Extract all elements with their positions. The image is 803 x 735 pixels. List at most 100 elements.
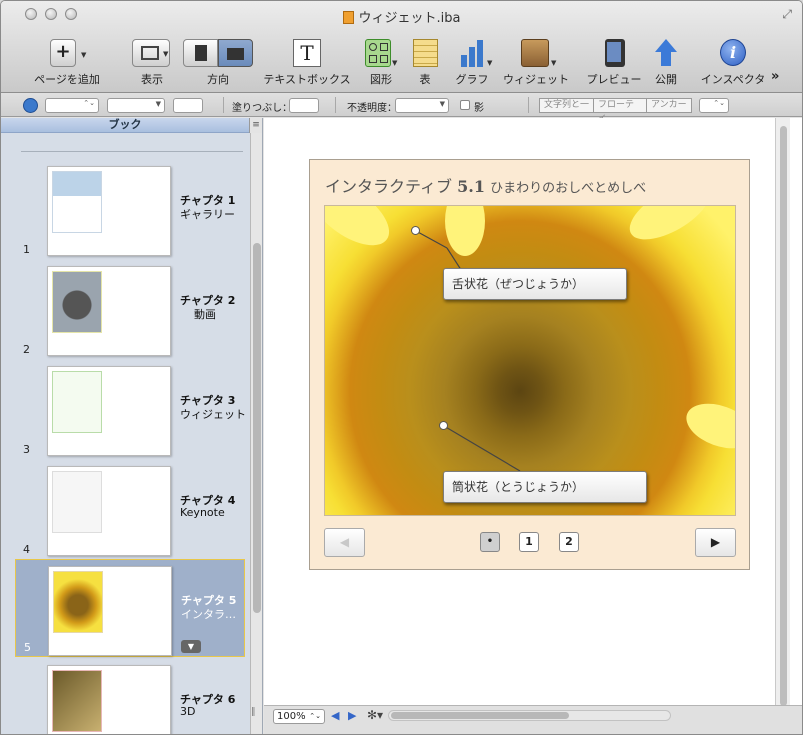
chapter-subtitle: 動画 — [194, 308, 216, 321]
interactive-image-widget[interactable]: インタラクティブ 5.1 ひまわりのおしべとめしべ 舌状花（ぜつじょうか） 筒状… — [309, 159, 750, 570]
window-title: ウィジェット.iba — [1, 7, 802, 26]
callout-lines — [415, 230, 521, 472]
horizontal-scrollbar[interactable] — [388, 710, 671, 721]
caret-down-icon: ▼ — [81, 51, 87, 59]
widget-title: インタラクティブ 5.1 ひまわりのおしべとめしべ — [325, 173, 646, 197]
style-dropdown[interactable]: ⌃⌄ — [45, 98, 99, 113]
portrait-icon[interactable] — [183, 39, 218, 67]
separator — [335, 97, 336, 113]
plus-icon: + — [50, 39, 76, 67]
shapes-label: 図形 — [370, 73, 392, 86]
chapter-item[interactable]: 1 チャプタ 1 ギャラリー — [15, 160, 245, 258]
bottom-bar: 100% ⌃⌄ ◀ ▶ ✻▾ — [264, 705, 802, 734]
page-2-button[interactable]: 2 — [559, 532, 579, 552]
previous-page-icon[interactable]: ◀ — [331, 709, 339, 722]
format-bar: ⌃⌄ ▼ 塗りつぶし： 不透明度： ▼ 影 文字列と一 フローティ アンカー ⌃… — [1, 93, 802, 123]
orientation-label: 方向 — [207, 73, 229, 86]
publish-label: 公開 — [655, 73, 677, 86]
arrange-dropdown[interactable]: ⌃⌄ — [699, 98, 729, 113]
window-title-text: ウィジェット.iba — [358, 11, 461, 26]
view-label: 表示 — [141, 73, 163, 86]
chapter-number: 3 — [23, 443, 30, 456]
widget-title-subtitle: ひまわりのおしべとめしべ — [490, 181, 647, 196]
chapter-thumbnail — [48, 566, 172, 656]
page-overview-button[interactable]: • — [480, 532, 500, 552]
chapter-subtitle: Keynote — [180, 506, 225, 519]
floating-segment[interactable]: フローティ — [593, 98, 647, 123]
chapter-subtitle: ウィジェット — [180, 408, 246, 421]
chapter-number: 4 — [23, 543, 30, 556]
toolbar-overflow-icon[interactable]: » — [771, 69, 779, 84]
caret-down-icon: ▼ — [487, 59, 493, 67]
fill-label: 塗りつぶし： — [232, 103, 293, 114]
next-button[interactable]: ▶ — [695, 528, 736, 557]
chapter-item[interactable]: 3 チャプタ 3 ウィジェット — [15, 360, 246, 458]
fill-color-well[interactable] — [289, 98, 319, 113]
next-page-icon[interactable]: ▶ — [348, 709, 356, 722]
sidebar-header: ブック — [1, 118, 249, 133]
chapter-subtitle: 3D — [180, 705, 196, 718]
callout-pin[interactable] — [439, 421, 448, 430]
chapter-subtitle: ギャラリー — [180, 208, 235, 221]
prev-button[interactable]: ◀ — [324, 528, 365, 557]
chapter-subtitle: インタラ… — [181, 608, 236, 621]
chapter-thumbnail — [47, 665, 171, 734]
callout-disc-floret[interactable]: 筒状花（とうじょうか） — [443, 471, 647, 503]
bar-chart-icon — [459, 39, 485, 67]
stepper-icon: ⌃⌄ — [309, 712, 321, 720]
opacity-label: 不透明度： — [347, 103, 397, 114]
document-icon — [342, 11, 354, 24]
zoom-value: 100% — [277, 711, 306, 722]
shadow-label: 影 — [474, 103, 484, 114]
chapter-number: 2 — [23, 343, 30, 356]
callout-pin[interactable] — [411, 226, 420, 235]
divider — [21, 151, 243, 152]
textbox-label: テキストボックス — [263, 73, 351, 86]
splitter-grip-icon[interactable]: ‖ — [251, 707, 256, 717]
canvas-scrollbar[interactable] — [775, 118, 790, 706]
widget-title-prefix: インタラクティブ — [325, 177, 453, 196]
gear-icon[interactable]: ✻▾ — [367, 708, 383, 722]
speaker-icon[interactable] — [23, 98, 38, 113]
sunflower-image[interactable]: 舌状花（ぜつじょうか） 筒状花（とうじょうか） — [324, 205, 736, 516]
widgets-label: ウィジェット — [503, 73, 569, 86]
chapter-menu-button[interactable]: ▼ — [181, 640, 201, 653]
chapter-thumbnail — [47, 266, 171, 356]
book-sidebar: ブック ≡ 1 チャプタ 1 ギャラリー 2 チャプタ 2 動画 3 チャプタ … — [1, 118, 263, 734]
page-1-button[interactable]: 1 — [519, 532, 539, 552]
chapter-thumbnail — [47, 166, 171, 256]
info-icon: i — [720, 39, 746, 66]
opacity-dropdown[interactable]: ▼ — [395, 98, 449, 113]
widget-box-icon — [521, 39, 549, 67]
table-label: 表 — [419, 73, 431, 86]
scroll-thumb[interactable] — [780, 126, 787, 706]
chapter-number: 1 — [23, 243, 30, 256]
chapter-item[interactable]: 5 チャプタ 5 インタラ… ▼ — [15, 559, 245, 657]
chapter-item[interactable]: 2 チャプタ 2 動画 — [15, 260, 245, 358]
chapter-thumbnail — [47, 466, 171, 556]
fullscreen-icon[interactable]: ⤢ — [782, 7, 792, 22]
landscape-icon[interactable] — [218, 39, 253, 67]
zoom-dropdown[interactable]: 100% ⌃⌄ — [273, 709, 325, 724]
toolbar: ウィジェット.iba ⤢ + ▼ ページを追加 ▼ 表示 方向 T テキストボッ — [1, 1, 802, 93]
anchor-segment[interactable]: アンカー — [646, 98, 692, 113]
scroll-thumb[interactable] — [391, 712, 569, 719]
chapter-item[interactable]: 4 チャプタ 4 Keynote — [15, 460, 245, 558]
sidebar-scrollbar[interactable] — [250, 133, 262, 734]
ipad-icon — [605, 39, 625, 67]
callout-ray-floret[interactable]: 舌状花（ぜつじょうか） — [443, 268, 627, 300]
publish-arrow-icon — [653, 39, 679, 67]
scroll-thumb[interactable] — [253, 243, 261, 613]
app-window: ウィジェット.iba ⤢ + ▼ ページを追加 ▼ 表示 方向 T テキストボッ — [0, 0, 803, 735]
wrap-inline-segment[interactable]: 文字列と一 — [539, 98, 594, 113]
caret-down-icon: ▼ — [392, 59, 398, 67]
chapter-item[interactable]: チャプタ 6 3D — [15, 659, 245, 734]
font-dropdown[interactable]: ▼ — [107, 98, 165, 113]
widget-title-number: 5.1 — [457, 177, 485, 196]
shadow-checkbox[interactable] — [460, 100, 470, 110]
sidebar-options-button[interactable]: ≡ — [249, 118, 262, 133]
caret-down-icon: ▼ — [551, 59, 557, 67]
preview-label: プレビュー — [586, 73, 642, 86]
size-field[interactable] — [173, 98, 203, 113]
separator — [528, 97, 529, 113]
